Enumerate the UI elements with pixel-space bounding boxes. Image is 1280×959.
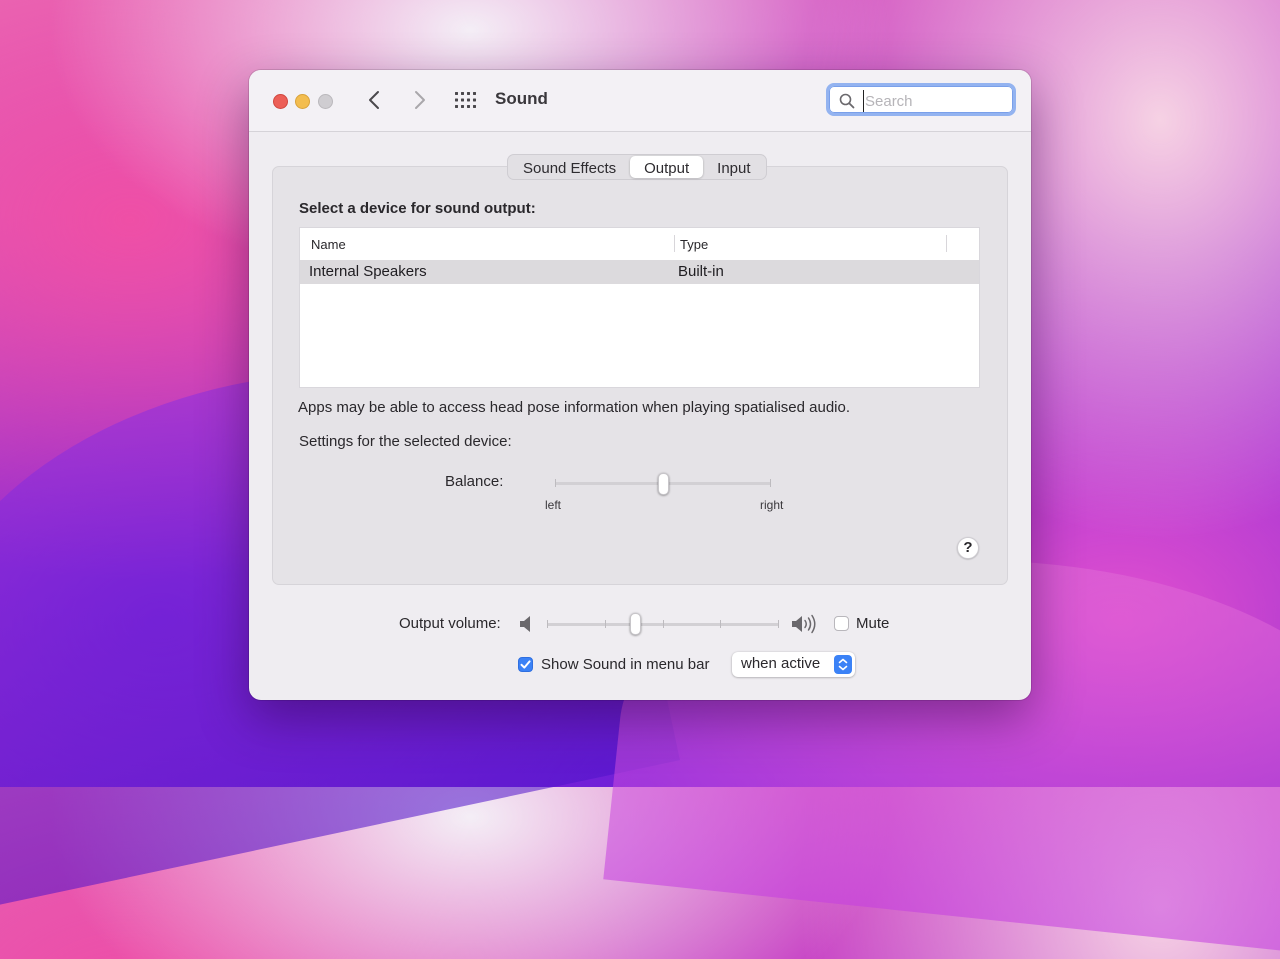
volume-tick: [720, 620, 721, 628]
mute-checkbox[interactable]: [834, 616, 849, 631]
popup-updown-icon: [834, 655, 852, 674]
column-header-name[interactable]: Name: [311, 237, 346, 252]
tab-input[interactable]: Input: [703, 156, 764, 178]
show-sound-label: Show Sound in menu bar: [541, 656, 710, 673]
balance-label: Balance:: [445, 473, 504, 490]
menubar-visibility-popup[interactable]: when active: [732, 652, 855, 677]
device-heading: Select a device for sound output:: [299, 200, 536, 217]
minimize-button[interactable]: [295, 94, 310, 109]
checkmark-icon: [520, 660, 531, 669]
volume-tick: [778, 620, 779, 628]
device-table[interactable]: Name Type Internal Speakers Built-in: [299, 227, 980, 388]
volume-knob[interactable]: [629, 613, 641, 635]
settings-label: Settings for the selected device:: [299, 433, 512, 450]
search-icon: [839, 93, 855, 109]
volume-tick: [605, 620, 606, 628]
volume-tick: [663, 620, 664, 628]
tab-sound-effects[interactable]: Sound Effects: [509, 156, 630, 178]
back-chevron-icon: [369, 91, 379, 109]
table-header: Name Type: [300, 228, 979, 260]
table-row[interactable]: Internal Speakers Built-in: [300, 260, 979, 284]
forward-chevron-icon: [415, 91, 425, 109]
zoom-button: [318, 94, 333, 109]
speaker-high-icon: [792, 614, 816, 634]
search-input[interactable]: [863, 90, 1007, 112]
balance-right-label: right: [760, 498, 784, 512]
window-title: Sound: [495, 89, 548, 108]
balance-knob[interactable]: [657, 473, 669, 495]
mute-label: Mute: [856, 615, 890, 632]
back-button[interactable]: [363, 88, 387, 112]
forward-button[interactable]: [407, 88, 431, 112]
device-type: Built-in: [678, 263, 724, 280]
device-name: Internal Speakers: [309, 263, 427, 280]
speaker-low-icon: [520, 616, 530, 632]
show-sound-checkbox[interactable]: [518, 657, 533, 672]
popup-selected-value: when active: [741, 655, 821, 672]
close-button[interactable]: [273, 94, 288, 109]
column-divider[interactable]: [946, 235, 947, 252]
output-volume-label: Output volume:: [399, 615, 501, 632]
spatial-audio-info: Apps may be able to access head pose inf…: [298, 399, 851, 416]
output-panel: Select a device for sound output: Name T…: [272, 166, 1008, 585]
sound-preferences-window: Sound Select a device for sound output: …: [249, 70, 1031, 700]
column-divider[interactable]: [674, 235, 675, 252]
tab-bar: Sound Effects Output Input: [507, 154, 767, 180]
titlebar: Sound: [249, 70, 1031, 132]
balance-left-label: left: [545, 498, 562, 512]
balance-tick: [770, 479, 771, 487]
volume-tick: [547, 620, 548, 628]
column-header-type[interactable]: Type: [680, 237, 708, 252]
grid-icon: [455, 92, 476, 108]
help-button[interactable]: ?: [957, 537, 979, 559]
tab-output[interactable]: Output: [630, 156, 704, 178]
balance-tick: [555, 479, 556, 487]
show-all-button[interactable]: [455, 91, 477, 109]
search-field[interactable]: [826, 83, 1016, 116]
